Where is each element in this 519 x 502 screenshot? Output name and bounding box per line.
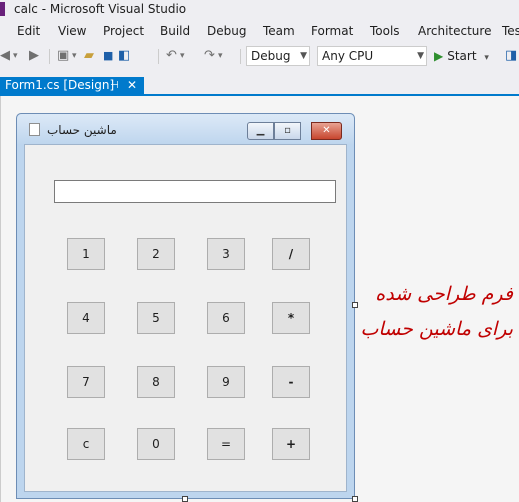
button-4[interactable]: 4: [67, 302, 105, 334]
annotation-line-2: برای ماشین حساب: [360, 318, 513, 340]
new-project-dropdown-icon[interactable]: ▾: [72, 48, 77, 64]
visual-studio-logo-icon: [0, 2, 5, 16]
maximize-icon: ▫: [284, 125, 291, 136]
save-icon[interactable]: ■: [103, 48, 113, 64]
solution-configuration-combo[interactable]: Debug ▼: [246, 46, 310, 66]
menu-architecture[interactable]: Architecture: [418, 24, 491, 38]
close-icon[interactable]: ✕: [127, 77, 137, 94]
form-app-icon: [29, 123, 40, 136]
start-dropdown-icon[interactable]: ▾: [484, 53, 489, 63]
menu-tools[interactable]: Tools: [370, 24, 400, 38]
solution-platform-value: Any CPU: [322, 49, 374, 63]
menu-build[interactable]: Build: [160, 24, 190, 38]
menu-edit[interactable]: Edit: [17, 24, 40, 38]
annotation-line-1: فرم طراحی شده: [375, 283, 513, 305]
document-tab-strip: Form1.cs [Design] ⊣ ✕: [0, 77, 519, 96]
toolbar-separator: [49, 49, 50, 64]
close-button[interactable]: ✕: [311, 122, 342, 140]
button-clear[interactable]: c: [67, 428, 105, 460]
resize-handle-right[interactable]: [352, 302, 358, 308]
pin-icon[interactable]: ⊣: [110, 77, 119, 94]
menu-project[interactable]: Project: [103, 24, 144, 38]
standard-toolbar: ◀ ▾ ▶ ▣ ▾ ▰ ■ ◧ ↶ ▾ ↷ ▾ Debug ▼ Any CPU …: [0, 43, 519, 69]
title-bar: calc - Microsoft Visual Studio: [0, 0, 519, 20]
minimize-button[interactable]: ▁: [247, 122, 274, 140]
button-subtract[interactable]: -: [272, 366, 310, 398]
chevron-down-icon: ▼: [417, 51, 424, 61]
undo-icon[interactable]: ↶: [166, 48, 177, 64]
button-1[interactable]: 1: [67, 238, 105, 270]
open-file-icon[interactable]: ▰: [84, 48, 94, 64]
menu-view[interactable]: View: [58, 24, 86, 38]
tab-form1-design[interactable]: Form1.cs [Design] ⊣ ✕: [0, 77, 144, 94]
button-multiply[interactable]: *: [272, 302, 310, 334]
menu-debug[interactable]: Debug: [207, 24, 246, 38]
redo-dropdown-icon[interactable]: ▾: [218, 48, 223, 64]
navigate-back-icon[interactable]: ◀: [0, 48, 10, 64]
solution-configuration-value: Debug: [251, 49, 291, 63]
close-icon: ✕: [322, 125, 331, 136]
form-title: ماشین حساب: [47, 123, 117, 137]
toolbar-separator: [158, 49, 159, 64]
solution-platform-combo[interactable]: Any CPU ▼: [317, 46, 427, 66]
button-add[interactable]: +: [272, 428, 310, 460]
button-0[interactable]: 0: [137, 428, 175, 460]
undo-dropdown-icon[interactable]: ▾: [180, 48, 185, 64]
menu-team[interactable]: Team: [263, 24, 295, 38]
redo-icon[interactable]: ↷: [204, 48, 215, 64]
navigate-forward-icon[interactable]: ▶: [29, 48, 39, 64]
browser-link-icon[interactable]: ◨: [505, 48, 517, 64]
start-label: Start: [447, 49, 477, 63]
button-divide[interactable]: /: [272, 238, 310, 270]
menu-format[interactable]: Format: [311, 24, 353, 38]
button-3[interactable]: 3: [207, 238, 245, 270]
button-5[interactable]: 5: [137, 302, 175, 334]
menu-bar: Edit View Project Build Debug Team Forma…: [0, 21, 519, 41]
button-6[interactable]: 6: [207, 302, 245, 334]
form-client-area: 1 2 3 / 4 5 6 * 7 8 9 - c 0 = +: [24, 144, 347, 492]
button-9[interactable]: 9: [207, 366, 245, 398]
resize-handle-corner[interactable]: [352, 496, 358, 502]
tab-label: Form1.cs [Design]: [5, 78, 115, 92]
menu-test[interactable]: Tes: [502, 24, 519, 38]
button-2[interactable]: 2: [137, 238, 175, 270]
start-debugging-button[interactable]: ▶ Start ▾: [434, 49, 489, 65]
form-caption-bar: ماشین حساب ▁ ▫ ✕: [17, 114, 354, 144]
button-7[interactable]: 7: [67, 366, 105, 398]
play-icon: ▶: [434, 49, 444, 63]
form-window[interactable]: ماشین حساب ▁ ▫ ✕ 1 2 3 / 4 5 6 * 7 8 9 -…: [16, 113, 355, 499]
maximize-button[interactable]: ▫: [274, 122, 301, 140]
save-all-icon[interactable]: ◧: [118, 48, 130, 64]
chevron-down-icon: ▼: [300, 51, 307, 61]
toolbar-separator: [240, 49, 241, 64]
resize-handle-bottom[interactable]: [182, 496, 188, 502]
calculator-display-textbox[interactable]: [54, 180, 336, 203]
button-equals[interactable]: =: [207, 428, 245, 460]
button-8[interactable]: 8: [137, 366, 175, 398]
new-project-icon[interactable]: ▣: [57, 48, 69, 64]
back-dropdown-icon[interactable]: ▾: [13, 48, 18, 64]
window-title: calc - Microsoft Visual Studio: [14, 2, 187, 16]
minimize-icon: ▁: [256, 125, 265, 136]
